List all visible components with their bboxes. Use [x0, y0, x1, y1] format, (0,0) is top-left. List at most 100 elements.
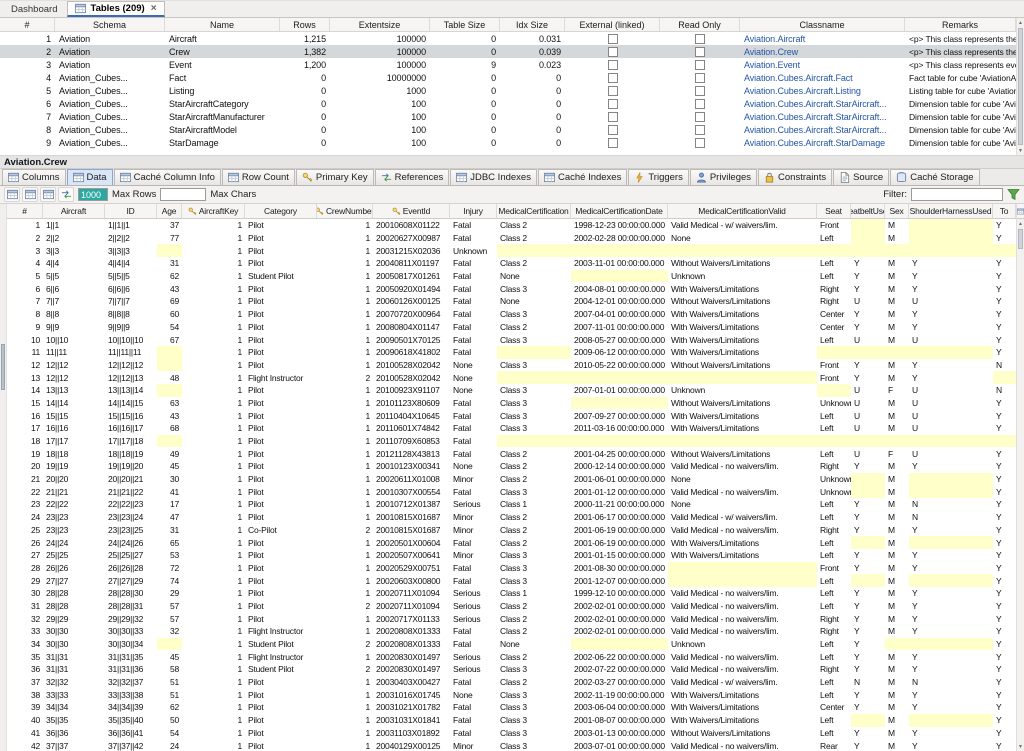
grid-cell[interactable]: 2010-05-22 00:00:00.000: [571, 359, 668, 372]
grid-cell[interactable]: 20020529X00751: [373, 562, 450, 575]
grid-cell[interactable]: 2001-12-07 00:00:00.000: [571, 574, 668, 587]
grid-cell[interactable]: 36||36||41: [105, 727, 157, 740]
grid-cell[interactable]: 29||29||32: [105, 612, 157, 625]
grid-row[interactable]: 3430||3030||30||341Student Pilot22002080…: [7, 638, 1016, 651]
grid-cell[interactable]: Pilot: [245, 549, 317, 562]
grid-cell[interactable]: 20020501X00604: [373, 536, 450, 549]
grid-cell[interactable]: [157, 244, 182, 257]
grid-cell[interactable]: With Waivers/Limitations: [668, 409, 817, 422]
grid-column-header[interactable]: SeatbeltUsed: [851, 204, 885, 218]
column-setup-icon[interactable]: [1017, 204, 1024, 219]
grid-cell[interactable]: Class 2: [497, 612, 571, 625]
grid-cell[interactable]: Y: [993, 524, 1016, 537]
grid-row[interactable]: 1514||1414||14||15631Pilot120101123X8060…: [7, 397, 1016, 410]
table-name-cell[interactable]: Listing: [165, 84, 280, 97]
grid-cell[interactable]: 2002-03-27 00:00:00.000: [571, 676, 668, 689]
grid-cell[interactable]: 26: [7, 536, 43, 549]
grid-cell[interactable]: Y: [909, 308, 993, 321]
grid-cell[interactable]: [571, 435, 668, 448]
grid-cell[interactable]: 9: [7, 321, 43, 334]
grid-row[interactable]: 1413||1313||13||141Pilot120100923X91107N…: [7, 384, 1016, 397]
grid-cell[interactable]: 3||3: [43, 244, 105, 257]
grid-cell[interactable]: 34: [7, 638, 43, 651]
detail-tab-cach-storage[interactable]: Caché Storage: [890, 169, 979, 185]
grid-cell[interactable]: 7: [7, 295, 43, 308]
grid-row[interactable]: 3028||2828||28||30291Pilot120020711X0109…: [7, 587, 1016, 600]
grid-cell[interactable]: Student Pilot: [245, 638, 317, 651]
schema-cell[interactable]: Aviation: [55, 32, 165, 45]
grid-cell[interactable]: Pilot: [245, 536, 317, 549]
idx-size-cell[interactable]: 0: [500, 84, 565, 97]
grid-cell[interactable]: 13||13: [43, 384, 105, 397]
grid-cell[interactable]: 20101123X80609: [373, 397, 450, 410]
grid-cell[interactable]: 20020603X00800: [373, 574, 450, 587]
remarks-cell[interactable]: Listing table for cube 'AviationAirc...: [905, 84, 1016, 97]
grid-cell[interactable]: 20020717X01133: [373, 612, 450, 625]
grid-cell[interactable]: Y: [851, 727, 885, 740]
grid-cell[interactable]: Fatal: [450, 727, 497, 740]
grid-cell[interactable]: 1: [182, 524, 245, 537]
grid-cell[interactable]: Y: [993, 219, 1016, 232]
grid-cell[interactable]: 1: [182, 371, 245, 384]
grid-cell[interactable]: Left: [817, 727, 851, 740]
grid-cell[interactable]: 67: [157, 333, 182, 346]
grid-cell[interactable]: 1: [317, 688, 373, 701]
grid-row[interactable]: 1817||1717||17||181Pilot120110709X60853F…: [7, 435, 1016, 448]
grid-cell[interactable]: 62: [157, 701, 182, 714]
grid-cell[interactable]: Y: [851, 663, 885, 676]
grid-cell[interactable]: Y: [993, 473, 1016, 486]
grid-cell[interactable]: 5: [7, 270, 43, 283]
grid-cell[interactable]: M: [885, 536, 909, 549]
grid-cell[interactable]: Class 3: [497, 384, 571, 397]
scrollbar-thumb[interactable]: [1018, 28, 1023, 145]
grid-cell[interactable]: 8||8: [43, 308, 105, 321]
grid-cell[interactable]: Class 3: [497, 549, 571, 562]
grid-cell[interactable]: Class 2: [497, 321, 571, 334]
read-only-checkbox[interactable]: [695, 125, 705, 135]
grid-cell[interactable]: Unknown: [668, 638, 817, 651]
grid-cell[interactable]: Front: [817, 562, 851, 575]
grid-cell[interactable]: 11||11||11: [105, 346, 157, 359]
grid-cell[interactable]: 1: [182, 219, 245, 232]
grid-cell[interactable]: U: [909, 397, 993, 410]
grid-cell[interactable]: Y: [993, 625, 1016, 638]
external-linked-checkbox[interactable]: [608, 60, 618, 70]
grid-cell[interactable]: Pilot: [245, 600, 317, 613]
tables-column-header[interactable]: #: [0, 18, 55, 31]
grid-cell[interactable]: Pilot: [245, 321, 317, 334]
grid-cell[interactable]: Y: [993, 321, 1016, 334]
grid-cell[interactable]: 26||26: [43, 562, 105, 575]
grid-cell[interactable]: Class 3: [497, 562, 571, 575]
grid-cell[interactable]: Flight Instructor: [245, 650, 317, 663]
grid-cell[interactable]: 20010307X00554: [373, 485, 450, 498]
grid-cell[interactable]: Right: [817, 524, 851, 537]
grid-cell[interactable]: Rear: [817, 739, 851, 751]
window-tab-tables-209[interactable]: Tables (209)×: [67, 1, 164, 17]
table-name-cell[interactable]: Fact: [165, 71, 280, 84]
grid-cell[interactable]: Y: [909, 600, 993, 613]
grid-cell[interactable]: Y: [851, 562, 885, 575]
grid-cell[interactable]: 20010815X01687: [373, 524, 450, 537]
grid-cell[interactable]: 18||18||19: [105, 447, 157, 460]
grid-cell[interactable]: Pilot: [245, 574, 317, 587]
splitter-handle[interactable]: [1, 344, 5, 390]
grid-cell[interactable]: Y: [993, 701, 1016, 714]
grid-cell[interactable]: Y: [993, 663, 1016, 676]
tables-scrollbar[interactable]: ▲ ▼: [1016, 18, 1024, 155]
grid-cell[interactable]: With Waivers/Limitations: [668, 282, 817, 295]
grid-row[interactable]: 2019||1919||19||20451Pilot120010123X0034…: [7, 460, 1016, 473]
grid-column-header[interactable]: ID: [105, 204, 157, 218]
grid-cell[interactable]: 68: [157, 422, 182, 435]
grid-cell[interactable]: Class 3: [497, 308, 571, 321]
table-row[interactable]: 7Aviation_Cubes...StarAircraftManufactur…: [0, 110, 1016, 123]
grid-cell[interactable]: Y: [909, 549, 993, 562]
grid-cell[interactable]: 2007-01-01 00:00:00.000: [571, 384, 668, 397]
grid-cell[interactable]: 1: [182, 701, 245, 714]
schema-cell[interactable]: Aviation_Cubes...: [55, 136, 165, 149]
grid-cell[interactable]: 1: [317, 397, 373, 410]
grid-cell[interactable]: Y: [909, 257, 993, 270]
grid-cell[interactable]: M: [885, 587, 909, 600]
grid-column-header[interactable]: Seat: [817, 204, 851, 218]
grid-cell[interactable]: Pilot: [245, 587, 317, 600]
grid-cell[interactable]: Class 2: [497, 219, 571, 232]
